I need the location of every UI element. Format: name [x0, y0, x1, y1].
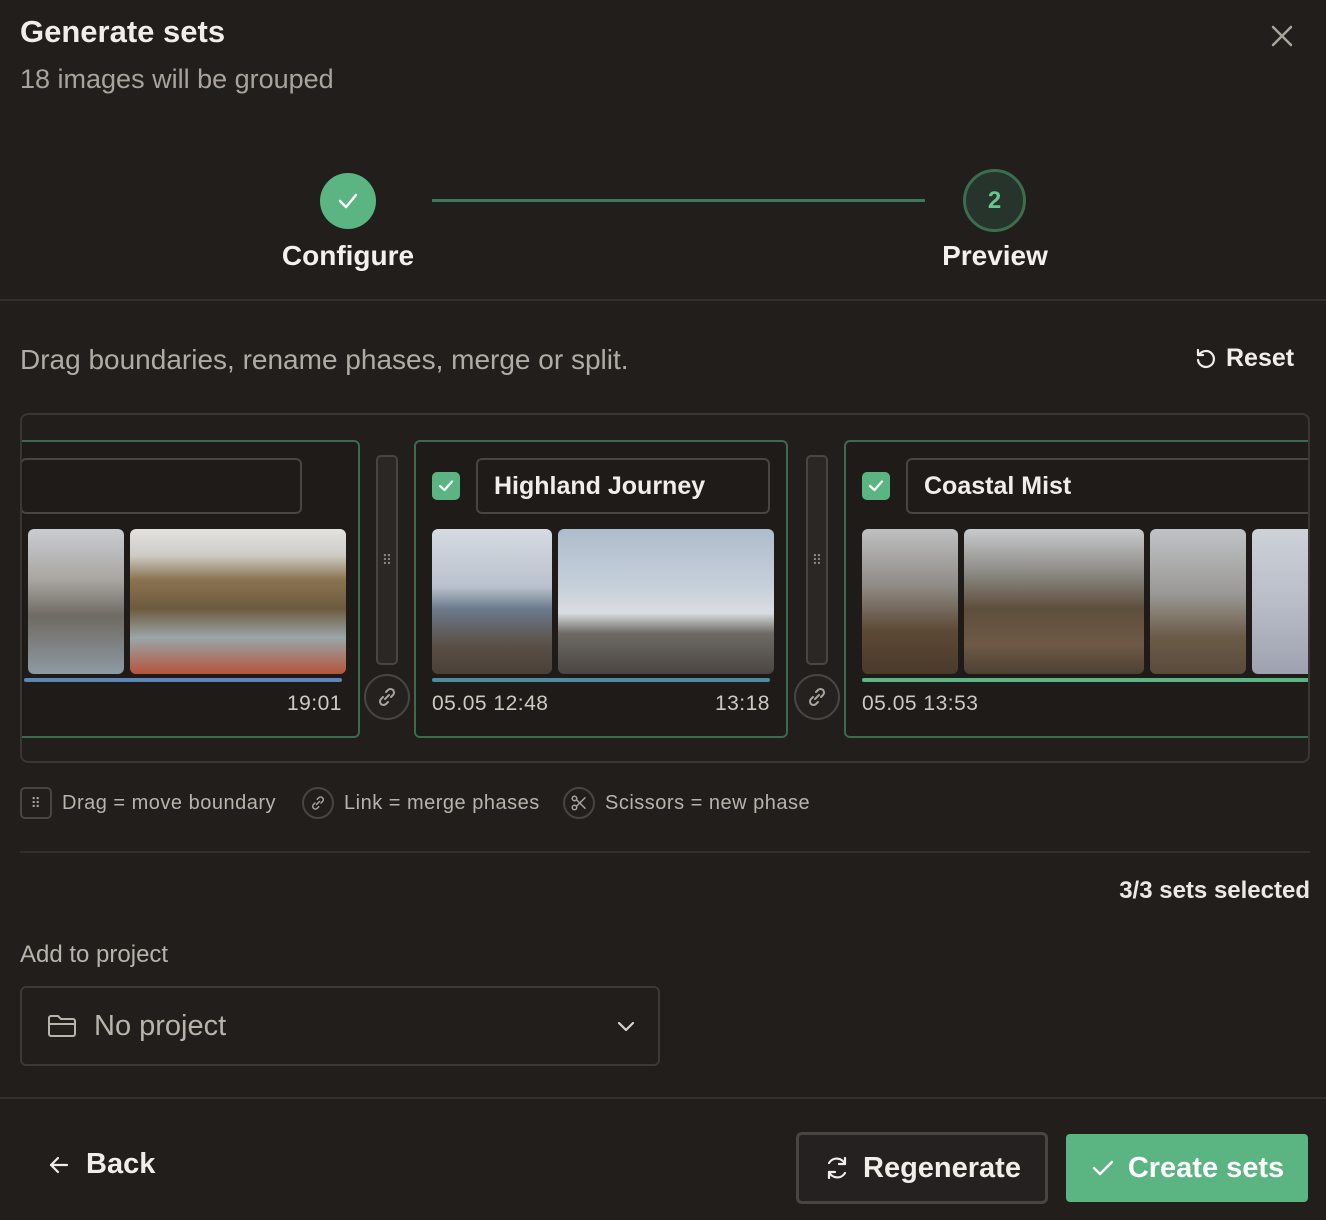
- legend-drag-text: Drag = move boundary: [62, 791, 277, 814]
- phase-name-input[interactable]: [22, 458, 302, 514]
- link-icon: [808, 687, 826, 707]
- phase-range-bar: [432, 678, 770, 682]
- boundary-drag-handle[interactable]: ⠿: [806, 455, 828, 665]
- create-sets-button[interactable]: Create sets: [1066, 1134, 1308, 1202]
- instructions-text: Drag boundaries, rename phases, merge or…: [20, 344, 629, 375]
- phase-card[interactable]: 19:01: [22, 440, 360, 738]
- photo-thumbnail[interactable]: [28, 529, 124, 674]
- reset-button[interactable]: Reset: [1194, 344, 1294, 373]
- phase-card[interactable]: Coastal Mist 05.05 13:53: [844, 440, 1308, 738]
- close-icon: [1271, 25, 1293, 47]
- phase-range-bar: [862, 678, 1308, 682]
- phase-card[interactable]: Highland Journey 05.05 12:48 13:18: [414, 440, 788, 738]
- reset-label: Reset: [1226, 344, 1295, 372]
- regenerate-button[interactable]: Regenerate: [796, 1132, 1048, 1204]
- create-sets-label: Create sets: [1127, 1151, 1285, 1184]
- chevron-down-icon: [617, 1021, 635, 1032]
- photo-thumbnail[interactable]: [1252, 529, 1308, 674]
- link-icon: [378, 687, 396, 707]
- check-icon: [438, 480, 454, 492]
- stepper-connector: [432, 199, 925, 202]
- step-preview-indicator: 2: [963, 169, 1026, 232]
- scissors-icon: [563, 787, 595, 819]
- phase-name-input[interactable]: Highland Journey: [476, 458, 770, 514]
- project-label: Add to project: [20, 941, 169, 968]
- phase-start-time: 05.05 12:48: [432, 692, 549, 715]
- footer-divider: [0, 1097, 1326, 1099]
- legend-scissors: Scissors = new phase: [563, 787, 810, 819]
- photo-thumbnail[interactable]: [432, 529, 552, 674]
- boundary-drag-handle[interactable]: ⠿: [376, 455, 398, 665]
- phase-end-time: 13:18: [714, 692, 770, 715]
- legend-drag: ⠿ Drag = move boundary: [20, 787, 276, 819]
- back-label: Back: [86, 1148, 156, 1180]
- check-icon: [1092, 1160, 1114, 1176]
- phase-checkbox[interactable]: [862, 472, 890, 500]
- reset-icon: [1196, 348, 1216, 368]
- regenerate-label: Regenerate: [863, 1151, 1021, 1184]
- check-icon: [338, 193, 358, 209]
- legend-scissors-text: Scissors = new phase: [605, 791, 811, 814]
- photo-thumbnail[interactable]: [130, 529, 346, 674]
- legend-link-text: Link = merge phases: [344, 791, 540, 814]
- back-button[interactable]: Back: [46, 1148, 155, 1181]
- step-configure-indicator[interactable]: [320, 173, 376, 229]
- phase-range-bar: [24, 678, 342, 682]
- merge-link-button[interactable]: [364, 674, 410, 720]
- step-configure-label: Configure: [281, 240, 415, 271]
- phase-checkbox[interactable]: [432, 472, 460, 500]
- phase-name-input[interactable]: Coastal Mist: [906, 458, 1308, 514]
- phase-timeline[interactable]: 19:01 ⠿ Highland Journey 05.05 12:48 13:…: [20, 413, 1310, 763]
- step-preview-label: Preview: [942, 240, 1048, 271]
- section-divider: [0, 299, 1326, 301]
- dialog-subtitle: 18 images will be grouped: [20, 64, 334, 94]
- selection-status: 3/3 sets selected: [1119, 877, 1310, 904]
- photo-thumbnail[interactable]: [558, 529, 774, 674]
- grip-icon: ⠿: [381, 551, 393, 568]
- photo-thumbnail[interactable]: [964, 529, 1144, 674]
- dialog-title: Generate sets: [20, 14, 226, 49]
- refresh-icon: [827, 1156, 847, 1180]
- phase-end-time: 19:01: [286, 692, 342, 715]
- merge-link-button[interactable]: [794, 674, 840, 720]
- project-select[interactable]: No project: [20, 986, 660, 1066]
- project-select-value: No project: [94, 1009, 227, 1042]
- check-icon: [868, 480, 884, 492]
- grip-icon: ⠿: [20, 787, 52, 819]
- arrow-left-icon: [49, 1156, 69, 1173]
- phase-start-time: 05.05 13:53: [862, 692, 979, 715]
- link-icon: [302, 787, 334, 819]
- legend-link: Link = merge phases: [302, 787, 540, 819]
- folder-icon: [48, 1015, 76, 1037]
- photo-thumbnail[interactable]: [1150, 529, 1246, 674]
- section-divider: [20, 851, 1310, 853]
- photo-thumbnail[interactable]: [862, 529, 958, 674]
- grip-icon: ⠿: [811, 551, 823, 568]
- close-button[interactable]: [1266, 20, 1298, 52]
